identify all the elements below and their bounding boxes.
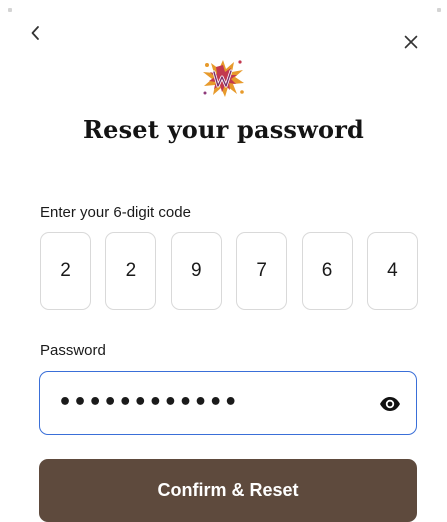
confirm-reset-button[interactable]: Confirm & Reset: [39, 459, 417, 522]
brand-logo: [198, 56, 248, 100]
chevron-left-icon: [31, 26, 39, 40]
toggle-password-visibility-button[interactable]: [378, 392, 402, 416]
splash-w-logo: [203, 60, 244, 97]
code-input-group: 2 2 9 7 6 4: [40, 232, 418, 312]
close-button[interactable]: [401, 32, 421, 52]
corner-mark-left: [8, 8, 12, 12]
corner-mark-right: [437, 8, 441, 12]
code-digit-1[interactable]: 2: [40, 232, 91, 310]
code-digit-5[interactable]: 6: [301, 232, 353, 310]
eye-icon: [380, 397, 400, 411]
close-icon: [404, 35, 418, 49]
code-digit-2[interactable]: 2: [105, 232, 157, 310]
code-digit-6[interactable]: 4: [366, 232, 418, 310]
back-button[interactable]: [26, 22, 44, 44]
password-value: ••••••••••••: [58, 390, 239, 415]
code-label: Enter your 6-digit code: [40, 204, 191, 221]
code-digit-4[interactable]: 7: [236, 232, 288, 310]
password-label: Password: [40, 342, 106, 359]
password-field[interactable]: ••••••••••••: [39, 371, 417, 435]
code-digit-3[interactable]: 9: [170, 232, 222, 310]
page-title: Reset your password: [82, 115, 365, 144]
